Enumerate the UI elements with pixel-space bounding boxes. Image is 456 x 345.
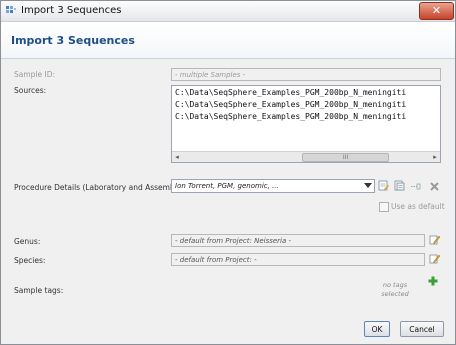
dialog-content: Sample ID: - multiple Samples - Sources:… [1,59,455,344]
scroll-thumb[interactable]: III [302,153,389,162]
chevron-down-icon[interactable] [364,183,372,188]
scroll-right-arrow-icon[interactable]: ▸ [430,152,440,162]
source-line: C:\Data\SeqSphere_Examples_PGM_200bp_N_m… [175,88,407,97]
ok-button[interactable]: OK [364,321,390,337]
species-field: - default from Project: - [171,253,425,266]
title-bar[interactable]: Import 3 Sequences ✕ [1,1,455,22]
species-label: Species: [14,256,46,265]
link-icon[interactable] [410,181,421,192]
genus-label: Genus: [14,237,41,246]
source-line: C:\Data\SeqSphere_Examples_PGM_200bp_N_m… [175,100,407,109]
sources-label: Sources: [14,86,47,95]
close-icon: ✕ [431,4,442,17]
scroll-left-arrow-icon[interactable]: ◂ [172,152,182,162]
use-as-default-checkbox[interactable] [379,202,389,212]
sources-textarea[interactable]: C:\Data\SeqSphere_Examples_PGM_200bp_N_m… [171,85,441,163]
sample-tags-label: Sample tags: [14,286,64,295]
window-title: Import 3 Sequences [21,5,122,16]
sample-id-field: - multiple Samples - [171,68,441,81]
procedure-details-label: Procedure Details (Laboratory and Assemb… [14,183,187,192]
no-tags-text: no tags selected [381,281,409,298]
genus-field: - default from Project: Neisseria - [171,234,425,247]
plus-icon[interactable] [428,276,438,286]
sample-id-label: Sample ID: [14,70,56,79]
delete-x-icon[interactable] [429,181,440,192]
import-dialog: Import 3 Sequences ✕ Import 3 Sequences … [0,0,456,345]
use-as-default-label: Use as default [391,202,445,211]
pencil-edit-icon[interactable] [429,234,440,245]
new-document-icon[interactable] [394,180,405,191]
cancel-button[interactable]: Cancel [400,321,444,337]
header-title: Import 3 Sequences [11,34,135,47]
edit-document-icon[interactable] [378,180,389,191]
pencil-edit-icon[interactable] [429,253,440,264]
procedure-details-value: Ion Torrent, PGM, genomic, ... [175,182,279,190]
app-grid-icon [6,6,16,13]
horizontal-scrollbar[interactable]: ◂ III ▸ [172,151,440,162]
dialog-header: Import 3 Sequences [1,22,455,59]
close-button[interactable]: ✕ [419,2,454,20]
source-line: C:\Data\SeqSphere_Examples_PGM_200bp_N_m… [175,112,407,121]
procedure-details-select[interactable]: Ion Torrent, PGM, genomic, ... [171,179,375,193]
